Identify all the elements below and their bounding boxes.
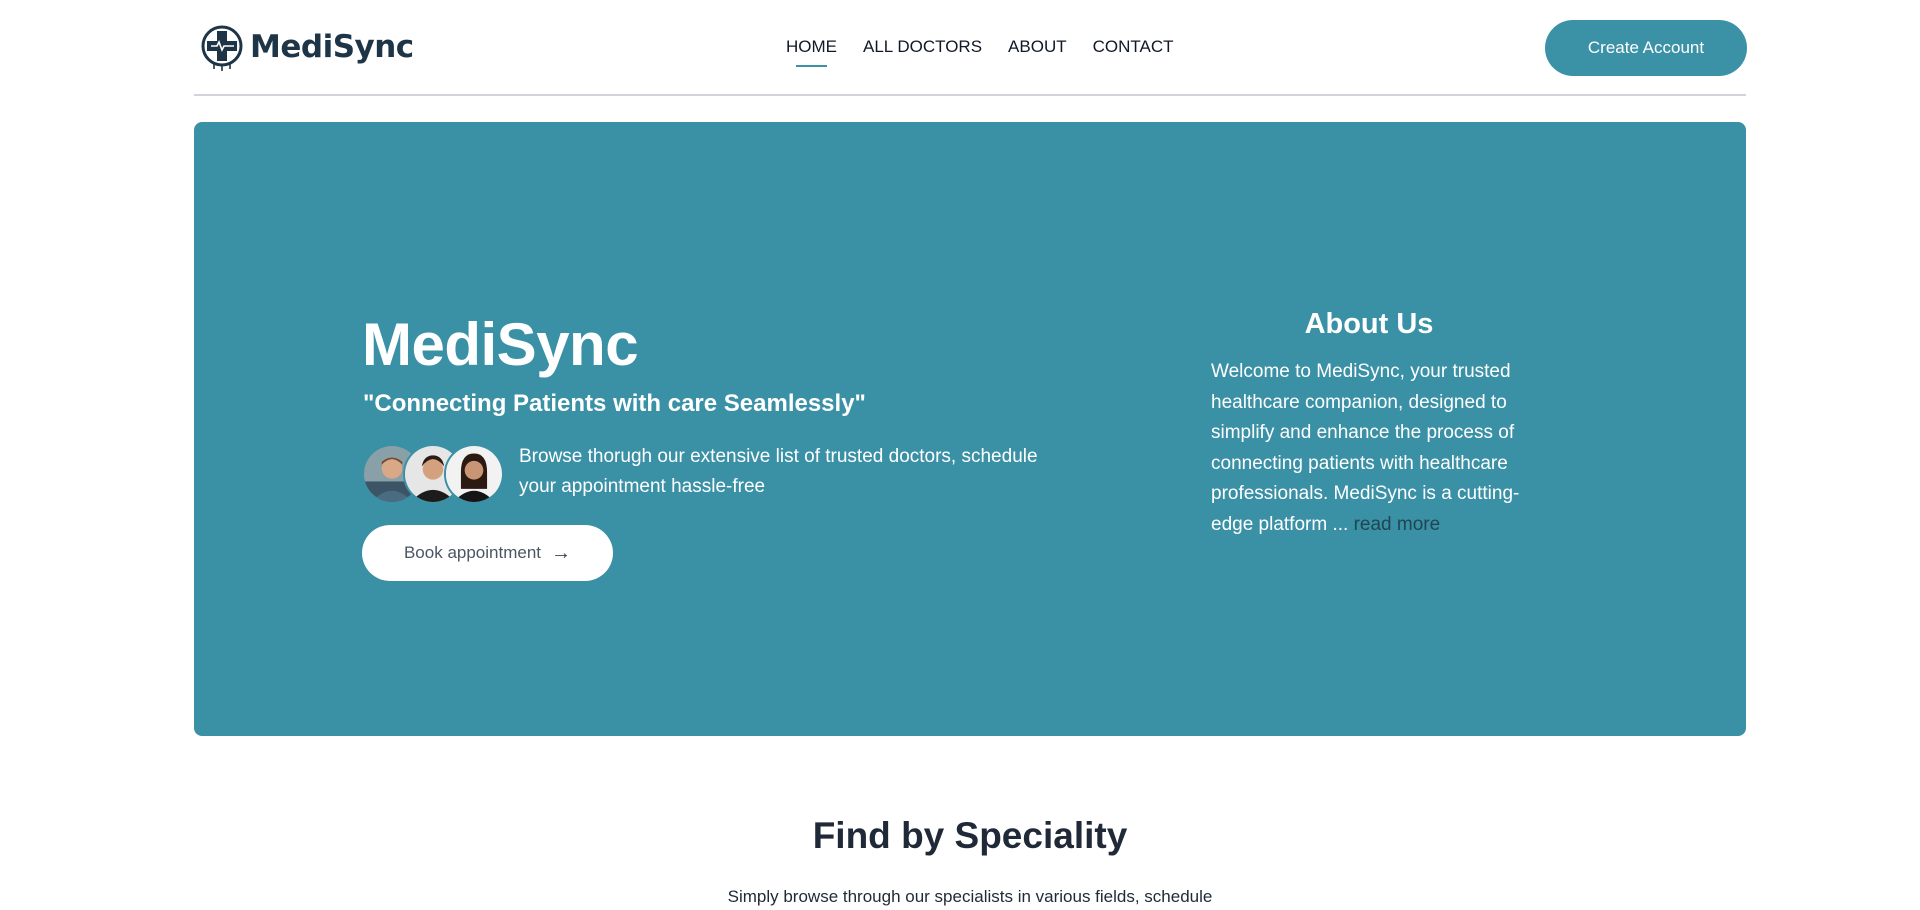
site-header: MediSync HOME ALL DOCTORS ABOUT CONTACT … xyxy=(194,0,1747,96)
main-nav: HOME ALL DOCTORS ABOUT CONTACT xyxy=(786,37,1174,67)
nav-all-doctors[interactable]: ALL DOCTORS xyxy=(863,37,982,57)
about-body: Welcome to MediSync, your trusted health… xyxy=(1211,361,1520,535)
book-appointment-label: Book appointment xyxy=(403,543,542,562)
nav-home[interactable]: HOME xyxy=(786,37,837,67)
speciality-subtitle: Simply browse through our specialists in… xyxy=(727,887,1213,906)
logo-text: MediSync xyxy=(250,29,414,65)
nav-contact[interactable]: CONTACT xyxy=(1093,37,1174,57)
nav-about[interactable]: ABOUT xyxy=(1008,37,1067,57)
hero-description: Browse thorugh our extensive list of tru… xyxy=(519,446,1038,497)
about-heading: About Us xyxy=(1304,308,1434,340)
logo[interactable]: MediSync xyxy=(200,22,414,72)
hero-banner: MediSync "Connecting Patients with care … xyxy=(194,122,1746,736)
create-account-button[interactable]: Create Account xyxy=(1545,20,1747,76)
doctor-avatar-group xyxy=(362,444,504,504)
hero-title: MediSync xyxy=(362,311,639,378)
book-appointment-button[interactable]: Book appointment → xyxy=(362,525,613,581)
speciality-heading: Find by Speciality xyxy=(812,815,1128,856)
doctor-avatar xyxy=(444,444,504,504)
medical-cross-logo-icon xyxy=(201,25,243,71)
arrow-right-icon: → xyxy=(551,541,572,564)
about-text: Welcome to MediSync, your trusted health… xyxy=(1211,357,1551,540)
read-more-link[interactable]: read more xyxy=(1354,514,1441,535)
hero-tagline: "Connecting Patients with care Seamlessl… xyxy=(363,390,866,417)
